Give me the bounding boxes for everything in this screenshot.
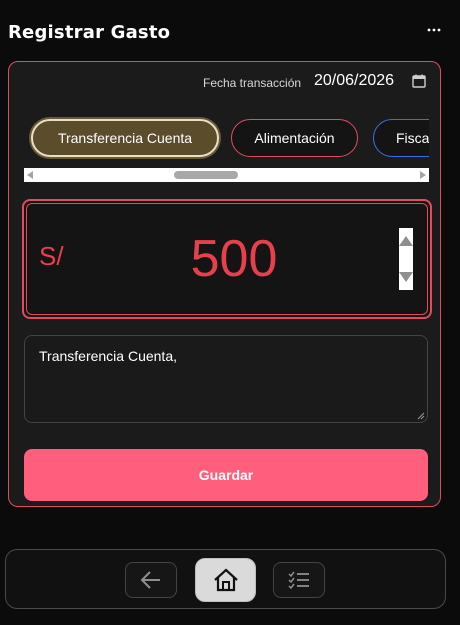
category-chip-fiscal[interactable]: Fiscal bbox=[373, 119, 429, 157]
increment-arrow-icon[interactable] bbox=[399, 236, 413, 246]
category-chip-transferencia-cuenta[interactable]: Transferencia Cuenta bbox=[31, 119, 219, 157]
date-input[interactable]: 20/06/2026 bbox=[314, 72, 394, 90]
amount-input[interactable]: 500 bbox=[24, 229, 444, 289]
checklist-icon bbox=[288, 571, 309, 590]
scrollbar-thumb[interactable] bbox=[174, 171, 238, 179]
calendar-icon[interactable] bbox=[412, 74, 426, 88]
nav-list-button[interactable] bbox=[273, 562, 325, 598]
nav-back-button[interactable] bbox=[125, 562, 177, 598]
home-icon bbox=[213, 568, 238, 592]
more-horizontal-icon[interactable] bbox=[426, 22, 442, 38]
date-label: Fecha transacción bbox=[203, 76, 302, 90]
note-text: Transferencia Cuenta, bbox=[39, 348, 177, 364]
expense-form-card: Fecha transacción 20/06/2026 Transferenc… bbox=[8, 61, 441, 507]
bottom-navigation bbox=[5, 549, 446, 609]
decrement-arrow-icon[interactable] bbox=[399, 272, 413, 282]
amount-input-box[interactable]: S/ 500 bbox=[22, 199, 432, 319]
amount-stepper[interactable] bbox=[399, 228, 413, 290]
arrow-left-icon bbox=[140, 571, 160, 589]
resize-handle-icon[interactable] bbox=[417, 412, 425, 420]
note-textarea[interactable]: Transferencia Cuenta, bbox=[24, 335, 428, 423]
save-button[interactable]: Guardar bbox=[24, 449, 428, 501]
scroll-right-arrow-icon[interactable] bbox=[420, 171, 426, 179]
category-chip-list: Transferencia Cuenta Alimentación Fiscal bbox=[24, 117, 429, 163]
category-chip-alimentacion[interactable]: Alimentación bbox=[231, 119, 358, 157]
scroll-left-arrow-icon[interactable] bbox=[27, 171, 33, 179]
nav-home-button[interactable] bbox=[195, 558, 256, 602]
page-title: Registrar Gasto bbox=[8, 22, 171, 43]
horizontal-scrollbar[interactable] bbox=[24, 168, 429, 182]
